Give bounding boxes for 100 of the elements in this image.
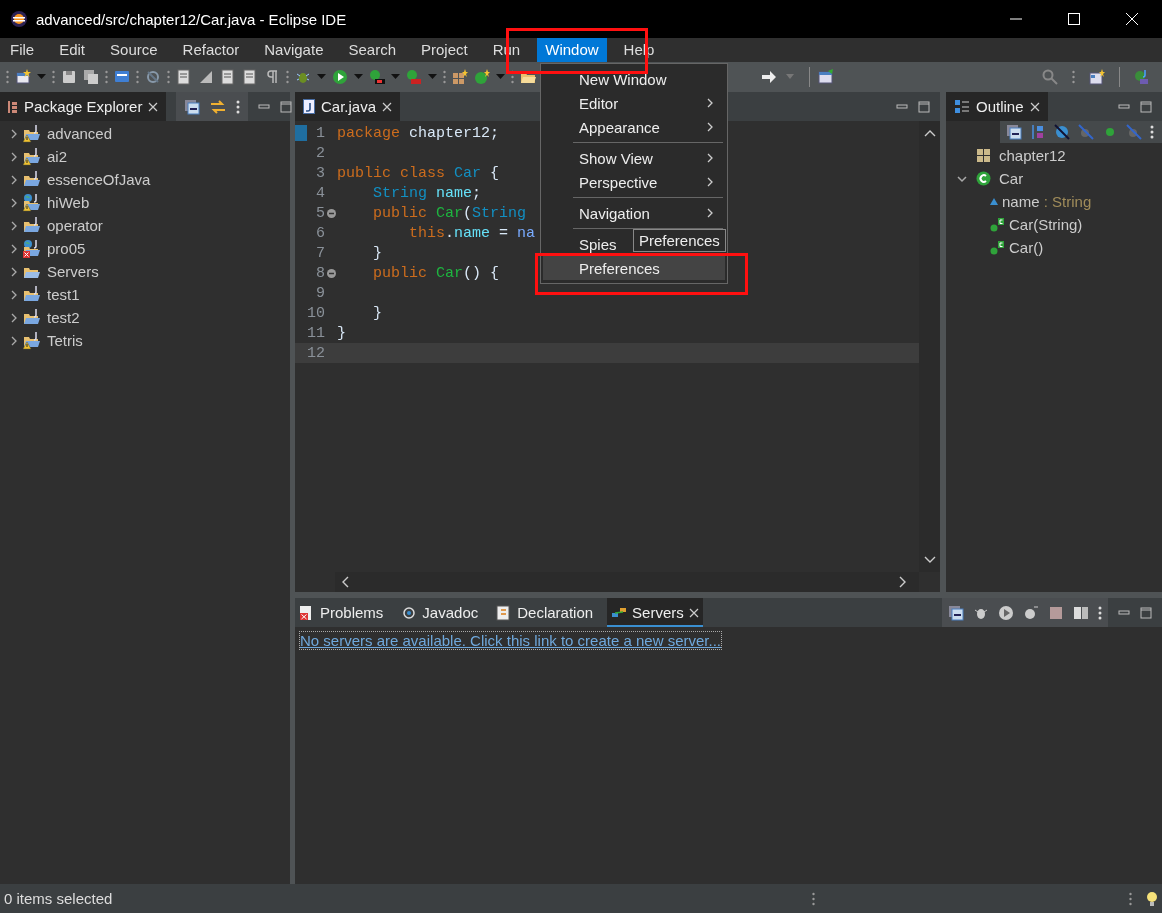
dropdown-caret-icon[interactable] xyxy=(496,74,505,80)
menu-item[interactable]: Refactor xyxy=(174,38,248,62)
save-icon[interactable] xyxy=(61,69,77,85)
fold-toggle-icon[interactable] xyxy=(326,208,336,218)
collapse-chevron-icon[interactable] xyxy=(9,242,19,255)
close-tab-icon[interactable] xyxy=(148,101,159,112)
menu-item[interactable]: Project xyxy=(413,38,476,62)
outline-item[interactable]: Car xyxy=(999,170,1024,187)
menu-entry[interactable]: Preferences xyxy=(543,256,725,280)
outline-item[interactable]: Car() xyxy=(1009,239,1044,256)
new-file-icon[interactable] xyxy=(15,69,31,85)
collapse-chevron-icon[interactable] xyxy=(9,334,19,347)
outline-item[interactable]: chapter12 xyxy=(999,147,1066,164)
collapse-chevron-icon[interactable] xyxy=(9,265,19,278)
collapse-chevron-icon[interactable] xyxy=(9,196,19,209)
monitor-icon[interactable] xyxy=(114,69,130,85)
collapse-chevron-icon[interactable] xyxy=(9,173,19,186)
dropdown-caret-icon[interactable] xyxy=(391,74,400,80)
view-menu-icon[interactable] xyxy=(1150,125,1154,139)
dropdown-caret-icon[interactable] xyxy=(317,74,326,80)
scroll-up-icon[interactable] xyxy=(923,129,936,137)
maximize-icon[interactable] xyxy=(280,100,293,113)
close-window-icon[interactable] xyxy=(1126,13,1138,25)
menu-entry[interactable]: Perspective xyxy=(543,170,725,194)
pen-icon[interactable] xyxy=(198,69,214,85)
tree-item[interactable]: test2 xyxy=(47,309,80,326)
run-icon[interactable] xyxy=(332,69,348,85)
menu-entry[interactable]: Appearance xyxy=(543,115,725,139)
menu-item[interactable]: Search xyxy=(340,38,404,62)
collapse-chevron-icon[interactable] xyxy=(9,127,19,140)
toolbar-grip-icon[interactable] xyxy=(136,70,139,84)
collapse-chevron-icon[interactable] xyxy=(9,311,19,324)
view-tab[interactable]: Problems xyxy=(295,598,388,627)
maximize-icon[interactable] xyxy=(1140,100,1152,113)
close-tab-icon[interactable] xyxy=(1029,101,1040,112)
vertical-scrollbar[interactable] xyxy=(919,121,940,572)
toolbar-grip-icon[interactable] xyxy=(286,70,289,84)
horizontal-scrollbar[interactable] xyxy=(335,572,919,592)
view-tab[interactable]: Declaration xyxy=(492,598,598,627)
tree-item[interactable]: essenceOfJava xyxy=(47,171,151,188)
dropdown-caret-icon[interactable] xyxy=(37,74,46,80)
tree-item[interactable]: Tetris xyxy=(47,332,83,349)
link-arrows-icon[interactable] xyxy=(210,98,227,115)
new-class-icon[interactable] xyxy=(474,69,490,85)
menu-item[interactable]: File xyxy=(2,38,43,62)
collapse-chevron-icon[interactable] xyxy=(9,288,19,301)
status-grip-icon[interactable] xyxy=(812,891,815,906)
profile-icon[interactable] xyxy=(1023,604,1039,621)
toolbar-grip-icon[interactable] xyxy=(105,70,108,84)
toolbar-grip-icon[interactable] xyxy=(1072,70,1075,84)
view-menu-icon[interactable] xyxy=(1098,605,1102,620)
collapse-chevron-icon[interactable] xyxy=(9,150,19,163)
menu-item[interactable]: Window xyxy=(537,38,607,62)
menu-item[interactable]: Source xyxy=(102,38,166,62)
open-perspective-icon[interactable] xyxy=(1089,69,1105,85)
menu-item[interactable]: Navigate xyxy=(256,38,332,62)
dropdown-caret-icon[interactable] xyxy=(428,74,437,80)
toolbar-grip-icon[interactable] xyxy=(167,70,170,84)
collapse-all-icon[interactable] xyxy=(184,98,201,115)
create-server-link[interactable]: No servers are available. Click this link to create a new server... xyxy=(300,632,721,649)
editor-tab[interactable]: Car.java xyxy=(295,92,401,121)
menu-entry[interactable]: Show View xyxy=(543,146,725,170)
view-menu-icon[interactable] xyxy=(236,99,241,114)
toolbar-grip-icon[interactable] xyxy=(6,70,9,84)
publish-icon[interactable] xyxy=(1073,604,1089,621)
menu-entry[interactable]: Navigation xyxy=(543,201,725,225)
document-icon[interactable] xyxy=(220,69,236,85)
toolbar-grip-icon[interactable] xyxy=(443,70,446,84)
maximize-icon[interactable] xyxy=(1140,606,1152,619)
lightbulb-icon[interactable] xyxy=(1146,890,1158,907)
forward-arrow-icon[interactable] xyxy=(761,69,777,85)
collapse-chevron-icon[interactable] xyxy=(9,219,19,232)
document-icon[interactable] xyxy=(176,69,192,85)
dropdown-caret-icon[interactable] xyxy=(354,74,363,80)
menu-item[interactable]: Edit xyxy=(51,38,94,62)
menu-entry[interactable]: Editor xyxy=(543,91,725,115)
scroll-right-icon[interactable] xyxy=(899,576,907,588)
maximize-icon[interactable] xyxy=(918,100,930,113)
sort-icon[interactable] xyxy=(1030,124,1046,140)
status-grip-icon[interactable] xyxy=(1129,891,1132,906)
run-coverage-icon[interactable] xyxy=(369,69,385,85)
tree-item[interactable]: advanced xyxy=(47,125,113,142)
new-package-icon[interactable] xyxy=(452,69,468,85)
tree-item[interactable]: hiWeb xyxy=(47,194,90,211)
pilcrow-icon[interactable] xyxy=(264,69,280,85)
close-tab-icon[interactable] xyxy=(382,101,393,112)
collapse-all-icon[interactable] xyxy=(948,604,964,621)
tree-item[interactable]: pro05 xyxy=(47,240,86,257)
tree-item[interactable]: operator xyxy=(47,217,103,234)
window-icon[interactable] xyxy=(818,69,834,85)
outline-item[interactable]: Car(String) xyxy=(1009,216,1083,233)
tree-item[interactable]: test1 xyxy=(47,286,80,303)
scroll-left-icon[interactable] xyxy=(341,576,349,588)
stop-icon[interactable] xyxy=(1048,604,1064,621)
view-tab[interactable]: Servers xyxy=(607,598,703,627)
view-tab[interactable]: Javadoc xyxy=(397,598,483,627)
collapse-all-icon[interactable] xyxy=(1006,124,1022,140)
tree-item[interactable]: ai2 xyxy=(47,148,68,165)
document-icon[interactable] xyxy=(242,69,258,85)
tree-item[interactable]: Servers xyxy=(47,263,99,280)
